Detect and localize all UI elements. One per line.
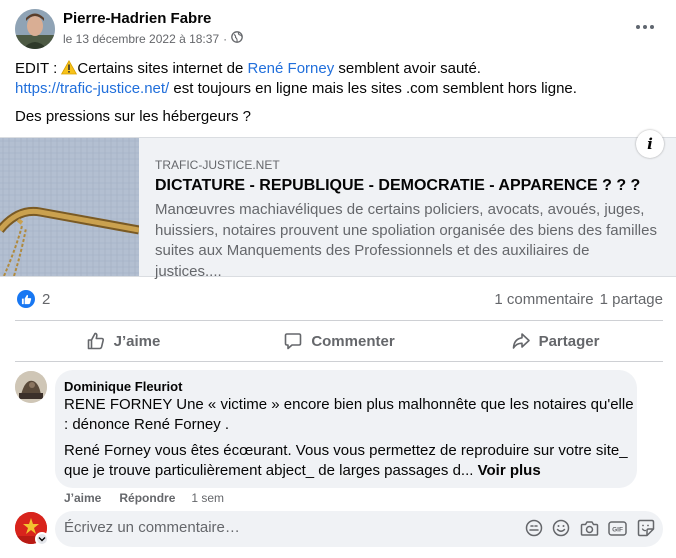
post-meta: le 13 décembre 2022 à 18:37 · (63, 31, 243, 46)
link-preview-title[interactable]: DICTATURE - REPUBLIQUE - DEMOCRATIE - AP… (155, 177, 640, 195)
camera-icon[interactable] (579, 518, 599, 538)
text-line3: Des pressions sur les hébergeurs ? (15, 108, 251, 125)
share-icon (511, 331, 531, 351)
actions-divider-top (15, 320, 663, 321)
commenter-avatar[interactable] (15, 371, 47, 403)
like-label: J’aime (113, 332, 161, 350)
post-author-name[interactable]: Pierre-Hadrien Fabre (63, 10, 211, 27)
url-link[interactable]: https://trafic-justice.net/ (15, 80, 169, 97)
sticker-icon[interactable] (636, 518, 656, 538)
comment-text-line2: : dénonce René Forney . (64, 416, 230, 433)
info-icon[interactable]: i (636, 130, 664, 158)
globe-icon (231, 31, 243, 46)
link-preview-thumbnail[interactable] (0, 138, 139, 276)
post-text: EDIT : Certains sites internet de René F… (15, 59, 665, 127)
edit-prefix: EDIT : (15, 60, 62, 77)
comment-text-line1: RENE FORNEY Une « victime » encore bien … (64, 396, 634, 413)
link-preview-card[interactable]: TRAFIC-JUSTICE.NET DICTATURE - REPUBLIQU… (0, 137, 676, 280)
comment-actions: J’aime Répondre 1 sem (64, 491, 224, 505)
mention-link[interactable]: René Forney (248, 60, 335, 77)
like-reaction-icon[interactable] (17, 290, 35, 308)
reaction-count[interactable]: 2 (42, 291, 50, 308)
chevron-down-icon[interactable] (35, 532, 49, 546)
comment-time[interactable]: 1 sem (191, 491, 224, 505)
comment-icon (283, 331, 303, 351)
comment-like-button[interactable]: J’aime (64, 491, 101, 505)
comment-label: Commenter (311, 332, 395, 350)
text-line2-b: est toujours en ligne mais les sites .co… (169, 80, 577, 97)
like-button[interactable]: J’aime (15, 322, 231, 360)
more-dots-icon (636, 25, 640, 29)
comment-text-line3: René Forney vous êtes écœurant. Vous vou… (64, 442, 628, 459)
share-label: Partager (538, 332, 600, 350)
warning-icon (61, 59, 78, 77)
share-button[interactable]: Partager (447, 322, 663, 360)
post-stats: 1 commentaire 1 partage (494, 291, 663, 308)
see-more-link[interactable]: Voir plus (478, 462, 541, 479)
text-line1-b: semblent avoir sauté. (334, 60, 481, 77)
comment-button[interactable]: Commenter (231, 322, 447, 360)
comment-count[interactable]: 1 commentaire (494, 291, 593, 308)
post-timestamp[interactable]: le 13 décembre 2022 à 18:37 (63, 32, 219, 46)
svg-text:GIF: GIF (612, 526, 623, 533)
link-preview-domain: TRAFIC-JUSTICE.NET (155, 158, 280, 172)
emoji-icon[interactable] (551, 518, 571, 538)
thumbs-up-icon (86, 331, 106, 351)
gif-icon[interactable]: GIF (607, 518, 627, 538)
comment-text-line4: que je trouve particulièrement abject_ d… (64, 462, 474, 479)
actions-divider-bottom (15, 361, 663, 362)
comment-text-line4-wrap: que je trouve particulièrement abject_ d… (64, 461, 541, 481)
share-count[interactable]: 1 partage (600, 291, 663, 308)
text-line1-a: Certains sites internet de (77, 60, 248, 77)
comment-reply-button[interactable]: Répondre (119, 491, 175, 505)
meta-separator: · (223, 31, 228, 46)
sticker-avatar-icon[interactable] (524, 518, 544, 538)
author-avatar[interactable] (15, 9, 55, 49)
commenter-name[interactable]: Dominique Fleuriot (64, 379, 182, 394)
link-preview-description: Manœuvres machiavéliques de certains pol… (155, 201, 657, 280)
comment-input-placeholder: Écrivez un commentaire… (64, 519, 240, 536)
more-options-button[interactable] (628, 14, 662, 40)
